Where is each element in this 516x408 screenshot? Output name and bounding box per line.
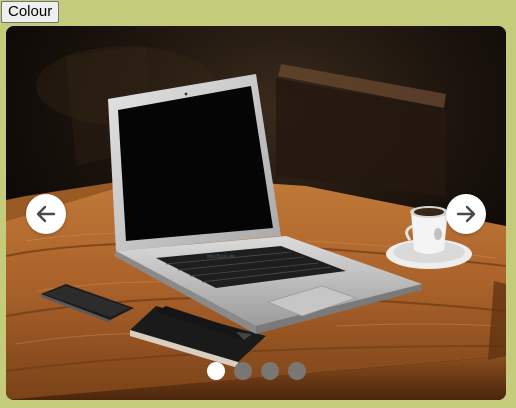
previous-slide-button[interactable] — [26, 194, 66, 234]
slide-dot-4[interactable] — [287, 362, 306, 380]
colour-button[interactable]: Colour — [1, 1, 60, 23]
slide-dot-1[interactable] — [206, 362, 225, 380]
next-slide-button[interactable] — [446, 194, 486, 234]
svg-text:MacBook Air: MacBook Air — [207, 254, 235, 260]
slide-dot-2[interactable] — [233, 362, 252, 380]
slide-dot-3[interactable] — [260, 362, 279, 380]
arrow-left-icon — [36, 205, 56, 223]
slide-image-laptop-on-table: MacBook Air — [6, 26, 506, 400]
slide-indicator-dots — [6, 362, 506, 380]
image-carousel: MacBook Air — [6, 26, 506, 400]
arrow-right-icon — [456, 205, 476, 223]
